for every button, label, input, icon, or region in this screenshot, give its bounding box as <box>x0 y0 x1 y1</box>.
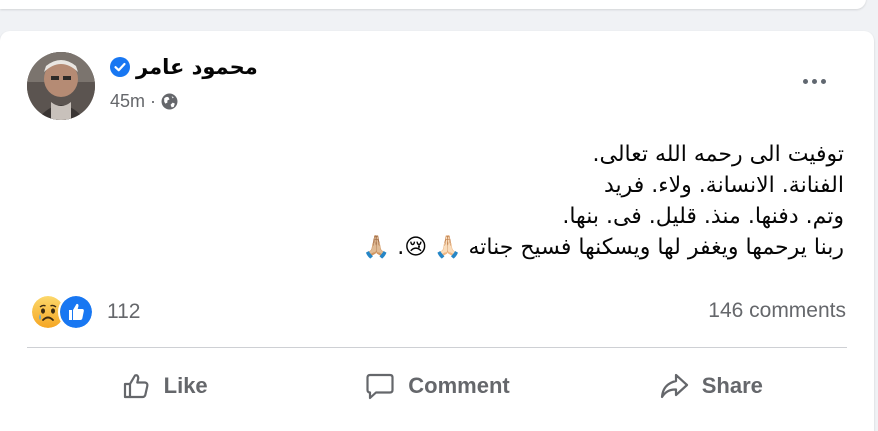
share-label: Share <box>701 373 763 398</box>
post-card: محمود عامر 45m · توفيت الى رحمه الله تعا… <box>0 31 874 431</box>
more-options-button[interactable] <box>796 69 832 93</box>
author-name[interactable]: محمود عامر <box>136 55 258 79</box>
post-line: توفيت الى رحمه الله تعالى. <box>592 142 844 167</box>
post-actions-bar: Like Comment Share <box>27 356 847 416</box>
more-dot-icon <box>802 78 808 84</box>
post-text: توفيت الى رحمه الله تعالى. الفنانة. الان… <box>204 139 844 263</box>
verified-badge-icon <box>110 57 130 77</box>
meta-separator: · <box>150 91 157 111</box>
post-line: الفنانة. الانسانة. ولاء. فريد <box>603 173 844 198</box>
actions-divider <box>27 347 847 348</box>
share-button[interactable]: Share <box>574 356 847 416</box>
post-time[interactable]: 45m <box>110 91 145 112</box>
more-dot-icon <box>820 78 826 84</box>
comment-button[interactable]: Comment <box>300 356 573 416</box>
like-label: Like <box>163 373 208 398</box>
comment-label: Comment <box>408 373 510 398</box>
share-arrow-icon <box>660 373 688 399</box>
author-line: محمود عامر <box>110 55 258 79</box>
post-line: ربنا يرحمها ويغفر لها ويسكنها فسيح جناته… <box>362 235 844 260</box>
post-meta: 45m · <box>110 91 178 112</box>
like-button[interactable]: Like <box>27 356 300 416</box>
comments-count-link[interactable]: 146 comments <box>708 299 846 323</box>
reaction-count: 112 <box>107 300 141 323</box>
more-dot-icon <box>811 78 817 84</box>
previous-card <box>0 0 866 9</box>
like-reaction-icon <box>58 294 94 330</box>
globe-icon[interactable] <box>161 93 178 110</box>
reactions-summary[interactable]: 112 <box>30 294 140 330</box>
comment-bubble-icon <box>366 373 394 400</box>
post-line: وتم. دفنها. منذ. قليل. فى. بنها. <box>562 204 844 229</box>
author-avatar[interactable] <box>27 52 95 120</box>
thumbs-up-icon <box>123 374 149 399</box>
